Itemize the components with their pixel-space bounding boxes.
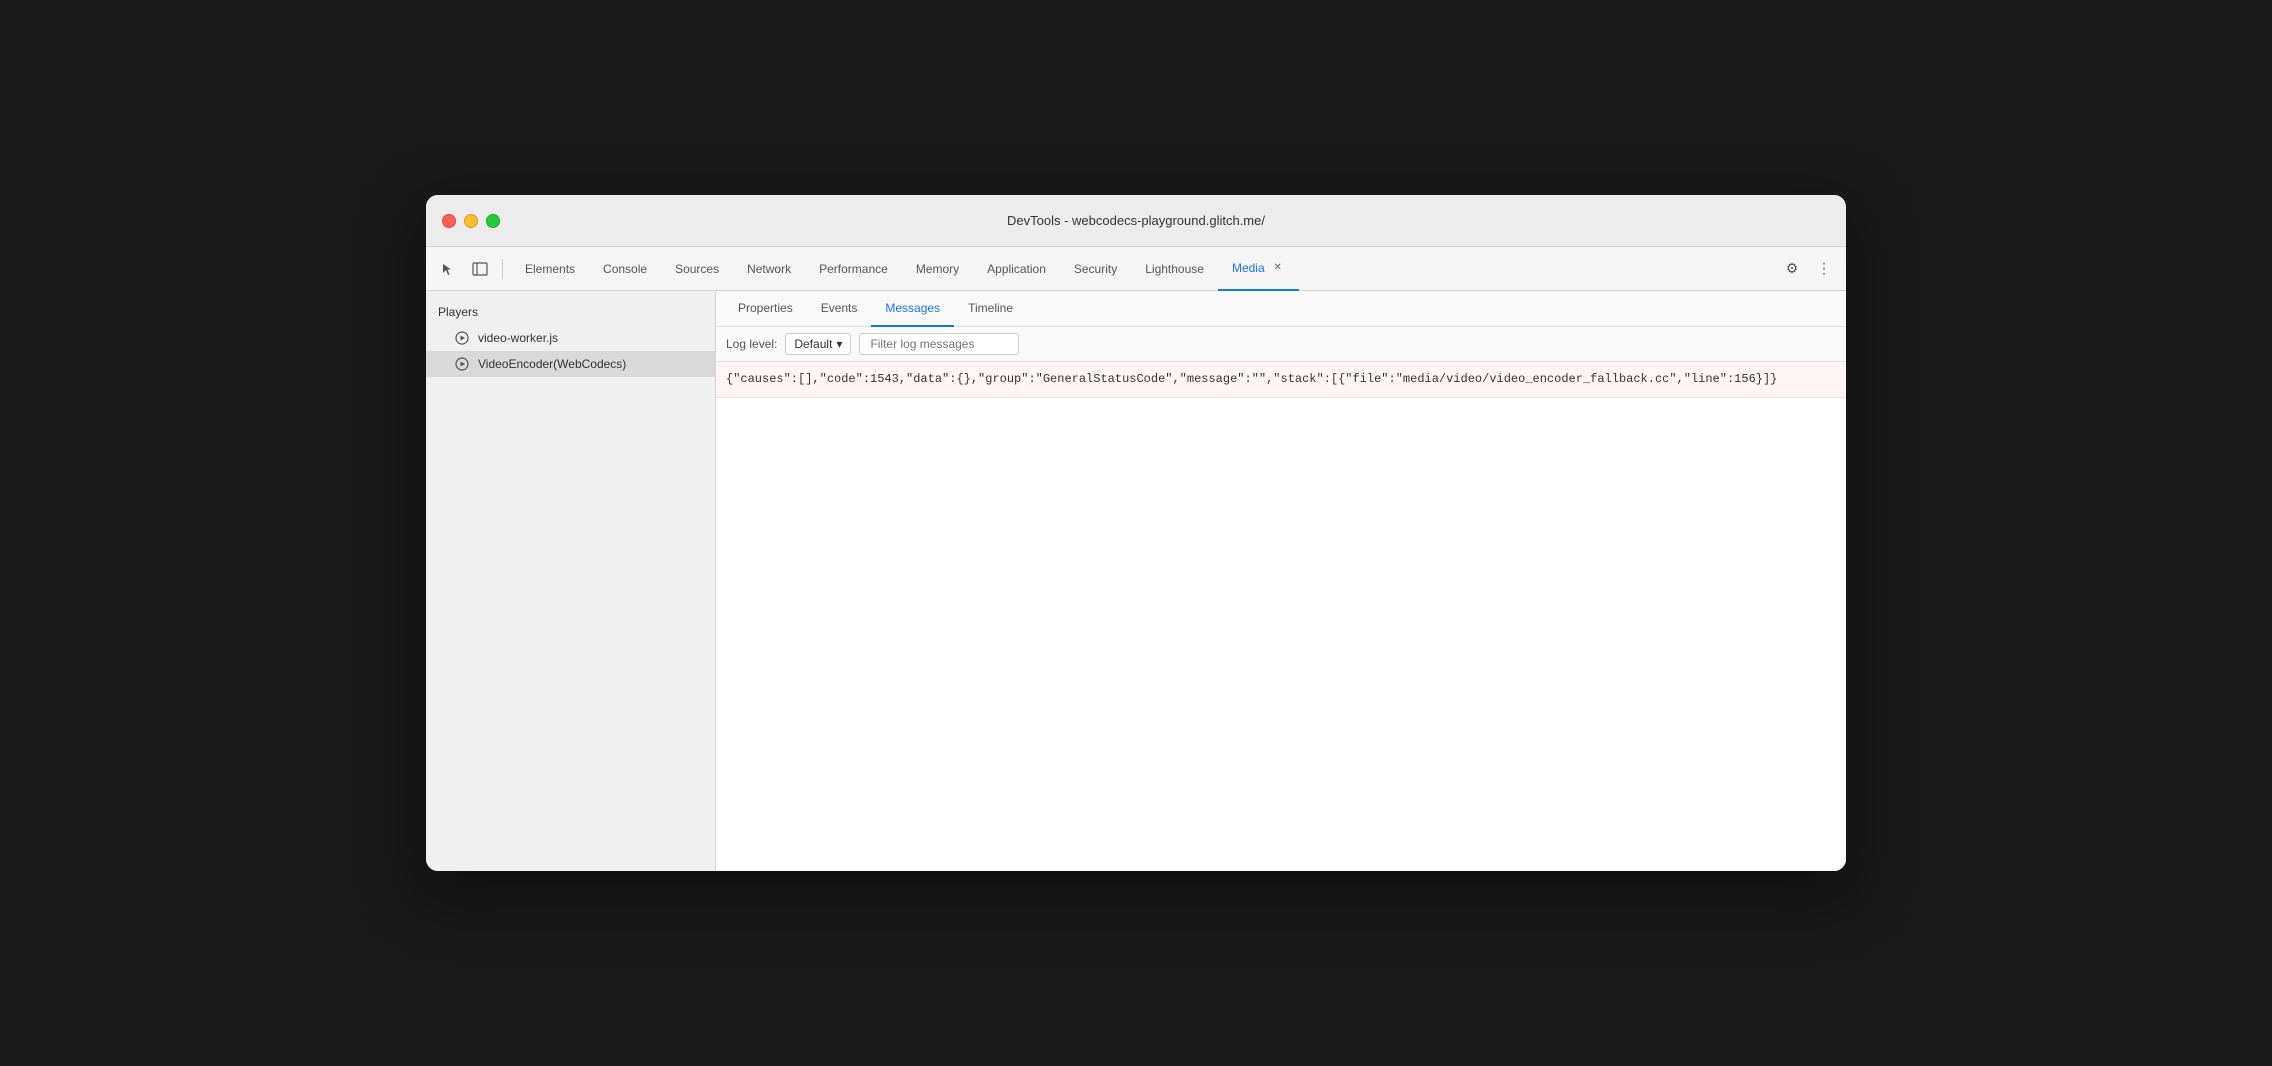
panel: Properties Events Messages Timeline Log … [716, 291, 1846, 871]
devtools-window: DevTools - webcodecs-playground.glitch.m… [426, 195, 1846, 871]
play-icon-video-worker [454, 330, 470, 346]
toolbar-divider [502, 259, 503, 279]
messages-area: {"causes":[],"code":1543,"data":{},"grou… [716, 362, 1846, 871]
tab-application[interactable]: Application [973, 247, 1060, 291]
sidebar-item-video-worker[interactable]: video-worker.js [426, 325, 715, 351]
close-button[interactable] [442, 214, 456, 228]
cursor-icon [441, 262, 455, 276]
settings-button[interactable]: ⚙ [1778, 255, 1806, 283]
panel-tab-messages[interactable]: Messages [871, 291, 954, 327]
panel-toggle-button[interactable] [466, 255, 494, 283]
panel-toggle-icon [472, 262, 488, 276]
message-row: {"causes":[],"code":1543,"data":{},"grou… [716, 362, 1846, 398]
toolbar-tabs: Elements Console Sources Network Perform… [511, 247, 1774, 291]
maximize-button[interactable] [486, 214, 500, 228]
panel-tabs: Properties Events Messages Timeline [716, 291, 1846, 327]
traffic-lights [442, 214, 500, 228]
tab-media-close[interactable]: ✕ [1271, 261, 1285, 275]
tab-sources[interactable]: Sources [661, 247, 733, 291]
panel-tab-events[interactable]: Events [807, 291, 872, 327]
log-level-label: Log level: [726, 337, 777, 351]
chevron-down-icon: ▾ [836, 337, 842, 351]
log-level-bar: Log level: Default ▾ [716, 327, 1846, 362]
window-title: DevTools - webcodecs-playground.glitch.m… [1007, 213, 1265, 228]
panel-tab-properties[interactable]: Properties [724, 291, 807, 327]
play-icon-video-encoder [454, 356, 470, 372]
sidebar-header: Players [426, 299, 715, 325]
minimize-button[interactable] [464, 214, 478, 228]
more-button[interactable]: ⋮ [1810, 255, 1838, 283]
toolbar-right: ⚙ ⋮ [1778, 255, 1838, 283]
tab-performance[interactable]: Performance [805, 247, 902, 291]
log-level-select[interactable]: Default ▾ [785, 333, 851, 355]
tab-security[interactable]: Security [1060, 247, 1131, 291]
sidebar: Players video-worker.js Video [426, 291, 716, 871]
tab-elements[interactable]: Elements [511, 247, 589, 291]
cursor-tool-button[interactable] [434, 255, 462, 283]
more-icon: ⋮ [1817, 260, 1831, 277]
sidebar-item-video-encoder[interactable]: VideoEncoder(WebCodecs) [426, 351, 715, 377]
title-bar: DevTools - webcodecs-playground.glitch.m… [426, 195, 1846, 247]
tab-lighthouse[interactable]: Lighthouse [1131, 247, 1218, 291]
panel-tab-timeline[interactable]: Timeline [954, 291, 1027, 327]
tab-console[interactable]: Console [589, 247, 661, 291]
tab-memory[interactable]: Memory [902, 247, 973, 291]
main-content: Players video-worker.js Video [426, 291, 1846, 871]
sidebar-item-label-video-worker: video-worker.js [478, 331, 558, 345]
message-content: {"causes":[],"code":1543,"data":{},"grou… [726, 372, 1777, 386]
tab-network[interactable]: Network [733, 247, 805, 291]
toolbar: Elements Console Sources Network Perform… [426, 247, 1846, 291]
log-level-value: Default [794, 337, 832, 351]
sidebar-item-label-video-encoder: VideoEncoder(WebCodecs) [478, 357, 626, 371]
settings-icon: ⚙ [1786, 260, 1799, 277]
tab-media[interactable]: Media ✕ [1218, 247, 1299, 291]
filter-input[interactable] [859, 333, 1019, 355]
